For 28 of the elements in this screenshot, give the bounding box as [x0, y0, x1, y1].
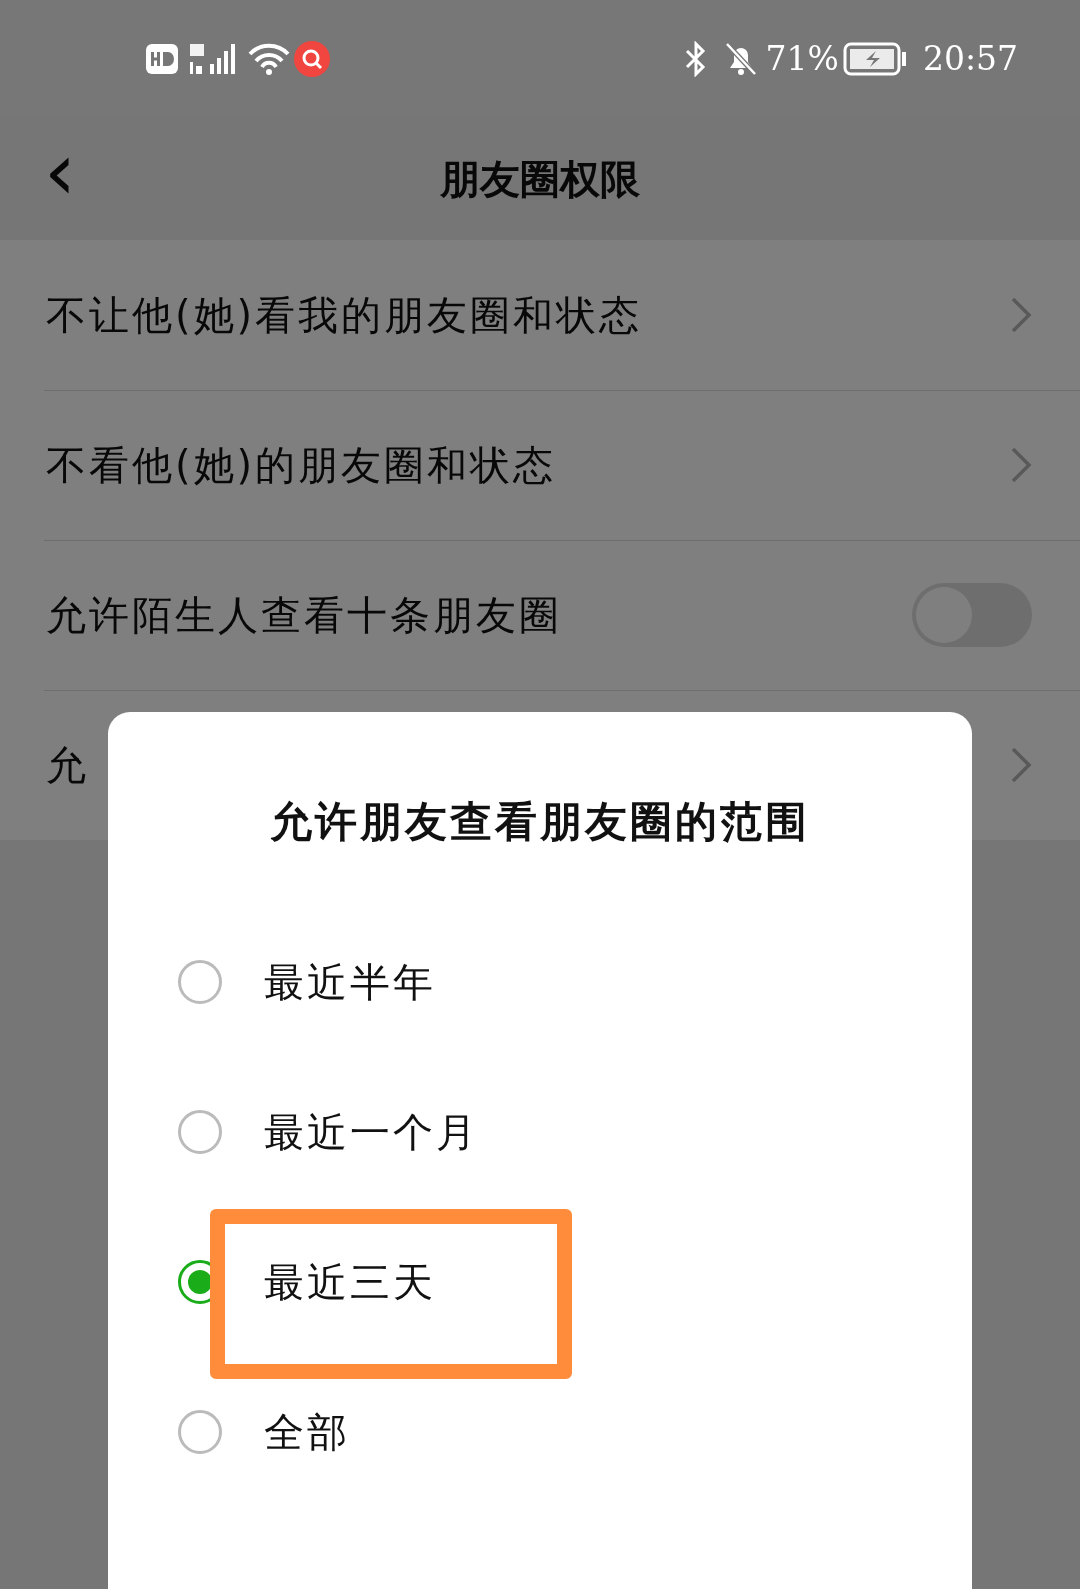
chevron-right-icon: [1010, 446, 1032, 484]
bluetooth-icon: [683, 41, 708, 77]
muted-bell-icon: [723, 41, 758, 77]
radio-button[interactable]: [178, 1110, 222, 1154]
chevron-right-icon: [1010, 296, 1032, 334]
back-button[interactable]: ‹: [36, 132, 84, 212]
wifi-icon: [248, 42, 290, 76]
dialog-title: 允许朋友查看朋友圈的范围: [269, 796, 811, 848]
option-label[interactable]: 全部: [264, 1402, 350, 1462]
search-icon: [294, 41, 330, 77]
settings-row[interactable]: 允许陌生人查看十条朋友圈: [0, 540, 1080, 690]
radio-button[interactable]: [178, 1410, 222, 1454]
option-label[interactable]: 最近半年: [264, 952, 436, 1012]
settings-row[interactable]: 不看他(她)的朋友圈和状态: [0, 390, 1080, 540]
option-label[interactable]: 最近一个月: [264, 1102, 479, 1162]
battery-icon: [842, 42, 907, 76]
settings-row[interactable]: 不让他(她)看我的朋友圈和状态: [0, 240, 1080, 390]
row-label: 不看他(她)的朋友圈和状态: [46, 441, 557, 490]
chevron-right-icon: [1010, 746, 1032, 784]
option-label[interactable]: 最近三天: [264, 1252, 436, 1312]
battery-percent: 71%: [765, 38, 839, 81]
hd-icon: [146, 44, 178, 74]
row-label: 允许陌生人查看十条朋友圈: [46, 591, 562, 640]
clock: 20:57: [922, 38, 1018, 81]
row-label: 不让他(她)看我的朋友圈和状态: [46, 291, 643, 340]
page-title: 朋友圈权限: [440, 155, 640, 204]
radio-button[interactable]: [178, 960, 222, 1004]
row-label: 允: [46, 741, 89, 790]
